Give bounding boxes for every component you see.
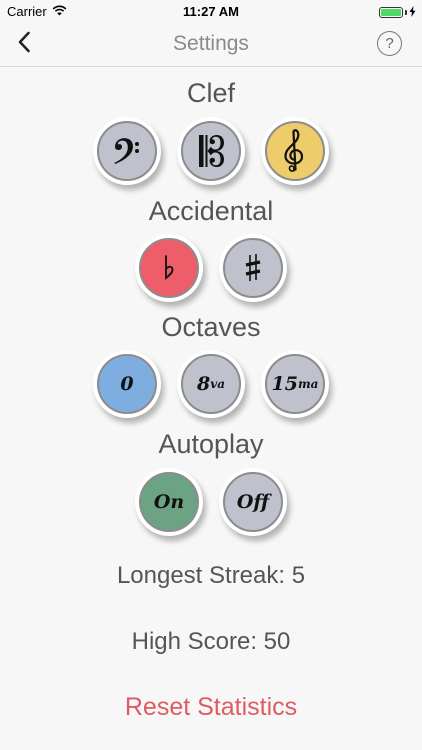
high-score-label: High Score: 50 — [131, 628, 291, 655]
octaves-options: 0 8 va 15 ma — [0, 354, 422, 414]
settings-screen: Carrier 11:27 AM Settings ? Clef Acciden… — [0, 0, 422, 750]
help-button[interactable]: ? — [377, 31, 402, 56]
accidental-title: Accidental — [148, 196, 274, 226]
alto-clef-icon — [199, 135, 224, 167]
flat-icon — [165, 255, 174, 280]
accidental-options — [0, 238, 422, 298]
status-time: 11:27 AM — [183, 4, 239, 19]
charging-bolt-icon — [409, 5, 416, 20]
battery-icon — [379, 7, 403, 18]
octave-8va-sup: va — [210, 377, 225, 391]
octave-zero-button[interactable]: 0 — [97, 354, 157, 414]
octave-15ma-button[interactable]: 15 ma — [265, 354, 325, 414]
status-right — [379, 5, 416, 20]
clef-alto-button[interactable] — [181, 121, 241, 181]
help-icon: ? — [385, 35, 394, 52]
bass-clef-icon — [114, 138, 139, 164]
longest-streak-label: Longest Streak: 5 — [116, 562, 306, 589]
autoplay-off-button[interactable]: Off — [223, 472, 283, 532]
clef-treble-button[interactable] — [265, 121, 325, 181]
autoplay-on-label: On — [153, 491, 185, 513]
treble-clef-icon — [284, 129, 304, 172]
autoplay-title: Autoplay — [158, 429, 264, 459]
octave-8va-label: 8 — [197, 373, 211, 395]
clef-title: Clef — [186, 78, 235, 108]
accidental-flat-button[interactable] — [139, 238, 199, 298]
octave-15ma-sup: ma — [297, 377, 319, 391]
battery-fill — [381, 9, 401, 16]
autoplay-off-label: Off — [236, 491, 270, 513]
nav-bar: Settings ? — [0, 22, 422, 67]
page-title: Settings — [173, 32, 249, 55]
octave-8va-button[interactable]: 8 va — [181, 354, 241, 414]
octaves-title: Octaves — [161, 312, 261, 342]
battery-tip — [405, 10, 407, 15]
autoplay-on-button[interactable]: On — [139, 472, 199, 532]
status-bar: Carrier 11:27 AM — [0, 0, 422, 22]
octave-15ma-label: 15 — [271, 373, 298, 395]
reset-statistics-button[interactable]: Reset Statistics — [0, 693, 422, 722]
autoplay-options: On Off — [0, 472, 422, 532]
octave-zero-label: 0 — [120, 373, 134, 395]
sharp-icon — [245, 254, 261, 281]
accidental-sharp-button[interactable] — [223, 238, 283, 298]
clef-bass-button[interactable] — [97, 121, 157, 181]
clef-options — [0, 121, 422, 181]
